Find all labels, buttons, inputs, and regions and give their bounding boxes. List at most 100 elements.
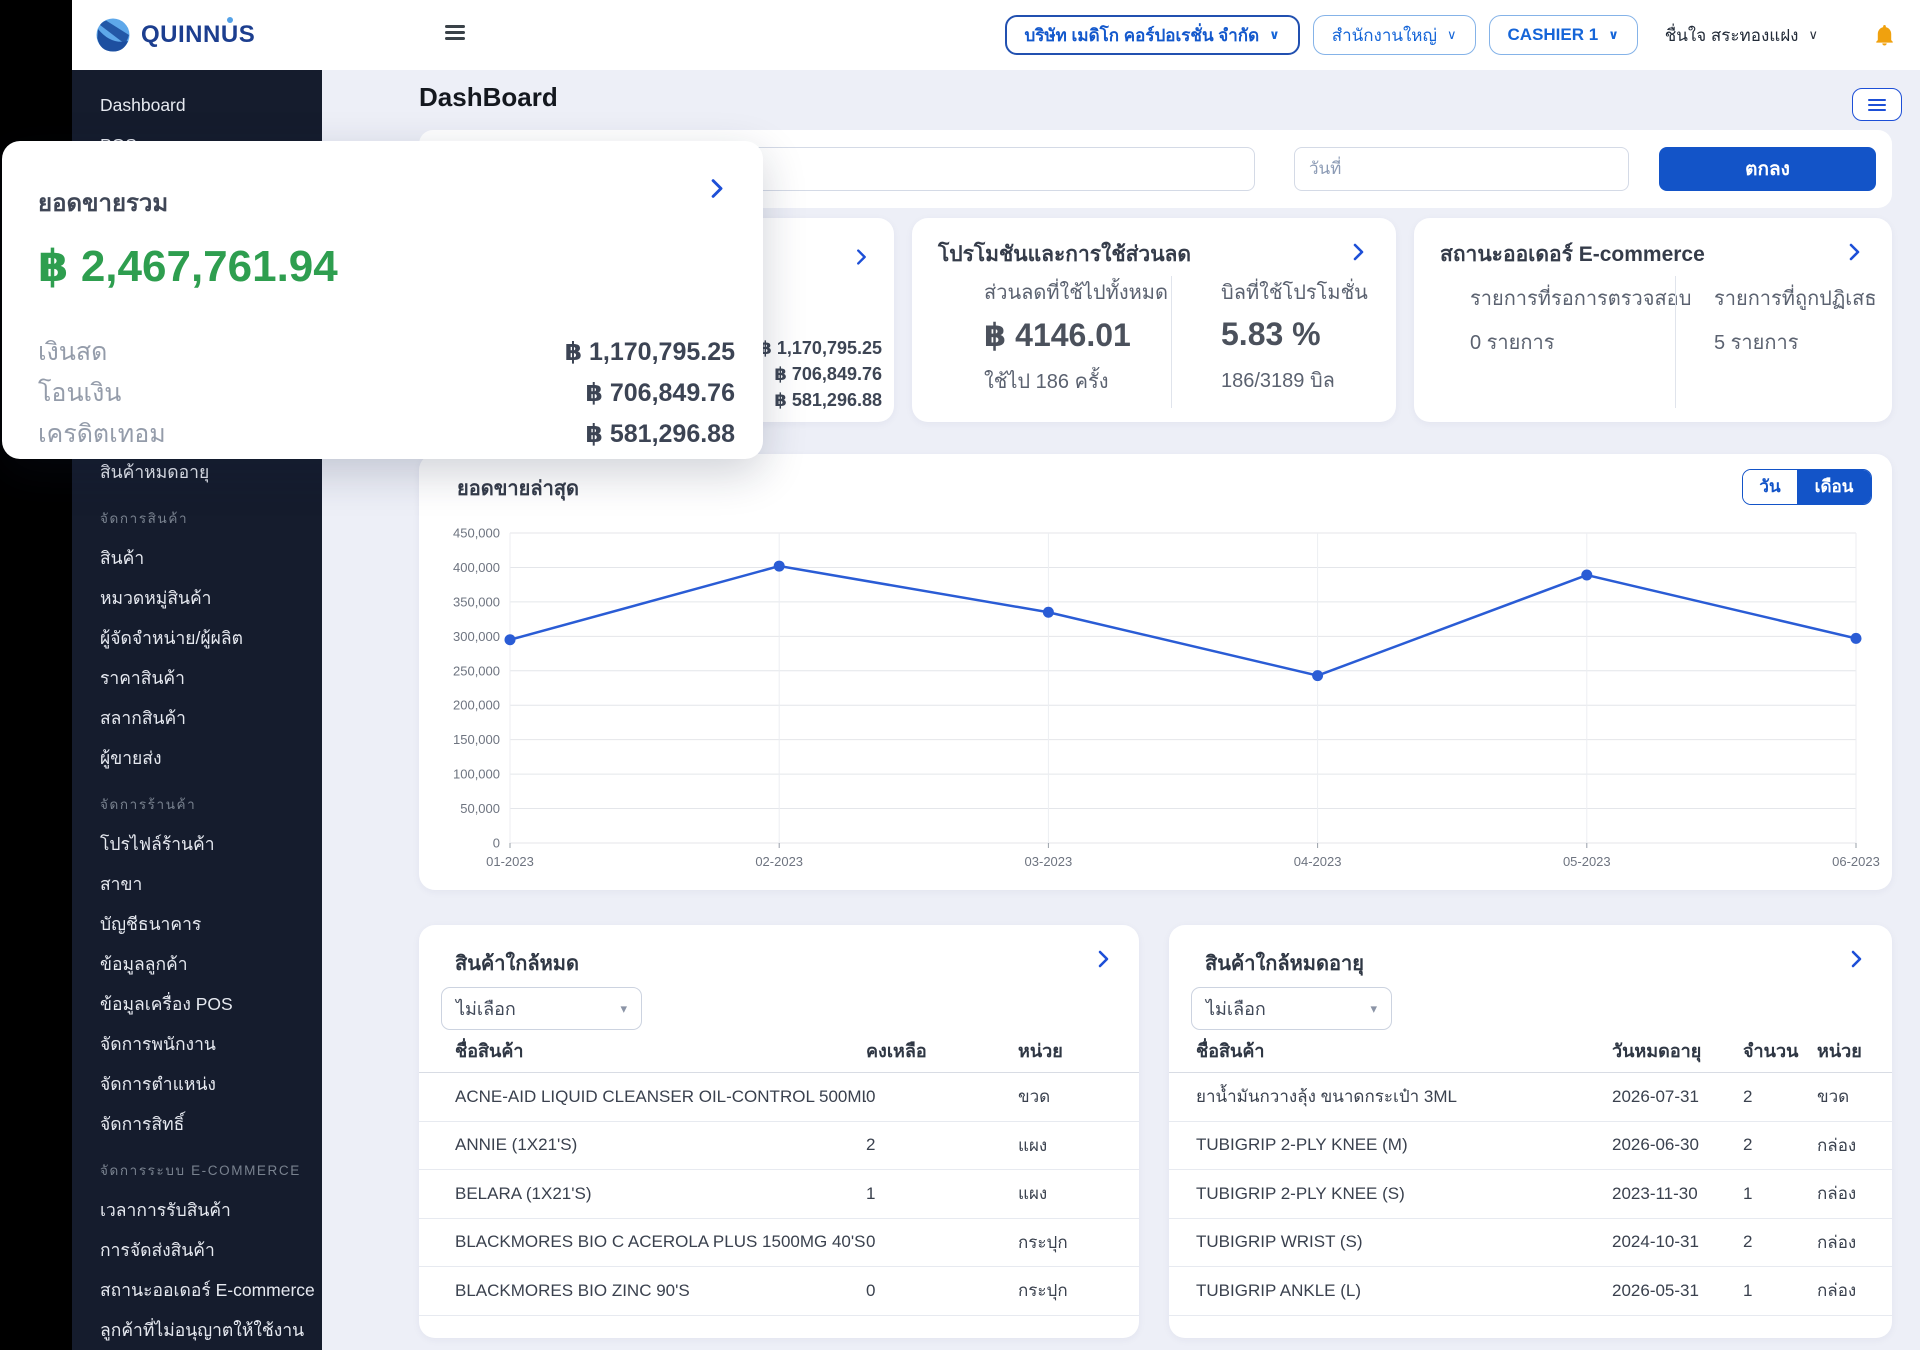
sidebar-item[interactable]: ข้อมูลเครื่อง POS	[72, 984, 322, 1024]
branch-selector[interactable]: สำนักงานใหญ่ ∨	[1313, 15, 1476, 55]
chevron-right-icon[interactable]	[1346, 240, 1370, 264]
sidebar-item[interactable]: ผู้ขายส่ง	[72, 738, 322, 778]
user-menu[interactable]: ชื่นใจ สระทองแฝง ∨	[1665, 22, 1818, 49]
caret-down-icon: ▾	[1370, 1001, 1377, 1017]
metric-label: รายการที่รอการตรวจสอบ	[1470, 282, 1675, 314]
table-cell: 2	[1743, 1232, 1817, 1252]
date-input[interactable]	[1294, 147, 1629, 191]
sidebar-item[interactable]: จัดการสิทธิ์	[72, 1104, 322, 1144]
metric-label: ส่วนลดที่ใช้ไปทั้งหมด	[984, 276, 1171, 308]
table-row: TUBIGRIP 2-PLY KNEE (M)2026-06-302กล่อง	[1169, 1122, 1892, 1171]
sidebar-item[interactable]: ราคาสินค้า	[72, 658, 322, 698]
svg-text:250,000: 250,000	[453, 663, 500, 678]
promotion-card: โปรโมชันและการใช้ส่วนลด ส่วนลดที่ใช้ไปทั…	[912, 218, 1396, 422]
sidebar-item[interactable]: จัดการตำแหน่ง	[72, 1064, 322, 1104]
chevron-right-icon[interactable]	[850, 246, 872, 268]
card-title: ยอดขายล่าสุด	[457, 472, 579, 504]
near-expiry-card: สินค้าใกล้หมดอายุ ไม่เลือก ▾ ชื่อสินค้าว…	[1169, 925, 1892, 1338]
table-row: ACNE-AID LIQUID CLEANSER OIL-CONTROL 500…	[419, 1073, 1139, 1122]
dashboard-layout-button[interactable]	[1852, 88, 1902, 121]
svg-text:06-2023: 06-2023	[1832, 854, 1880, 869]
toggle-month-button[interactable]: เดือน	[1797, 470, 1871, 504]
chevron-right-icon[interactable]	[703, 175, 730, 202]
chevron-right-icon[interactable]	[1091, 947, 1115, 971]
table-cell: 2026-05-31	[1612, 1281, 1743, 1301]
ecommerce-status-card: สถานะออเดอร์ E-commerce รายการที่รอการตร…	[1414, 218, 1892, 422]
metric-label: บิลที่ใช้โปรโมชั่น	[1221, 276, 1396, 308]
chevron-down-icon: ∨	[1608, 27, 1619, 43]
svg-text:03-2023: 03-2023	[1025, 854, 1073, 869]
table-row: TUBIGRIP WRIST (S)2024-10-312กล่อง	[1169, 1219, 1892, 1268]
user-name: ชื่นใจ สระทองแฝง	[1665, 22, 1799, 49]
payment-label: เครดิตเทอม	[38, 414, 166, 454]
metric-value: 5 รายการ	[1714, 326, 1892, 358]
notification-bell-icon[interactable]	[1873, 23, 1896, 47]
discount-metric: ส่วนลดที่ใช้ไปทั้งหมด ฿ 4146.01 ใช้ไป 18…	[912, 276, 1171, 408]
menu-toggle-icon[interactable]	[445, 25, 465, 41]
page-title: DashBoard	[419, 82, 558, 113]
sidebar-item[interactable]: ข้อมูลลูกค้า	[72, 944, 322, 984]
table-cell: กล่อง	[1817, 1277, 1876, 1304]
svg-text:05-2023: 05-2023	[1563, 854, 1611, 869]
sidebar-item[interactable]: สินค้า	[72, 538, 322, 578]
sidebar-item[interactable]: สถานะออเดอร์ E-commerce	[72, 1270, 322, 1310]
near_expiry-body: ยาน้ำมันกวางลุ้ง ขนาดกระเป๋า 3ML2026-07-…	[1169, 1073, 1892, 1316]
sidebar-item[interactable]: ผู้จัดจำหน่าย/ผู้ผลิต	[72, 618, 322, 658]
svg-text:50,000: 50,000	[460, 801, 500, 816]
chevron-down-icon: ∨	[1808, 27, 1818, 43]
table-row: BLACKMORES BIO ZINC 90'S0กระปุก	[419, 1267, 1139, 1316]
overlay-breakdown: เงินสด฿ 1,170,795.25โอนเงิน฿ 706,849.76เ…	[38, 331, 735, 454]
sidebar-item[interactable]: สลากสินค้า	[72, 698, 322, 738]
table-cell: กล่อง	[1817, 1180, 1876, 1207]
rejected-orders-metric: รายการที่ถูกปฏิเสธ 5 รายการ	[1675, 276, 1892, 408]
sales-total-overlay: ยอดขายรวม ฿ 2,467,761.94 เงินสด฿ 1,170,7…	[2, 141, 763, 459]
table-cell: 2	[866, 1135, 1018, 1155]
company-selector[interactable]: บริษัท เมดิโก คอร์ปอเรชั่น จำกัด ∨	[1005, 15, 1300, 55]
sidebar-item[interactable]: ลูกค้าที่ไม่อนุญาตให้ใช้งาน	[72, 1310, 322, 1350]
table-row: TUBIGRIP ANKLE (L)2026-05-311กล่อง	[1169, 1267, 1892, 1316]
sidebar-item[interactable]: การจัดส่งสินค้า	[72, 1230, 322, 1270]
chevron-right-icon[interactable]	[1842, 240, 1866, 264]
sidebar-item[interactable]: โปรไฟล์ร้านค้า	[72, 824, 322, 864]
chevron-down-icon: ∨	[1447, 27, 1457, 43]
column-header: หน่วย	[1018, 1036, 1119, 1065]
sidebar-section-label: จัดการร้านค้า	[72, 784, 322, 824]
chevron-right-icon[interactable]	[1844, 947, 1868, 971]
payment-value: ฿ 1,170,795.25	[565, 337, 735, 367]
topbar-controls: บริษัท เมดิโก คอร์ปอเรชั่น จำกัด ∨ สำนัก…	[1005, 15, 1897, 55]
near-expiry-table: ชื่อสินค้าวันหมดอายุจำนวนหน่วย ยาน้ำมันก…	[1169, 1028, 1892, 1316]
low_stock-body: ACNE-AID LIQUID CLEANSER OIL-CONTROL 500…	[419, 1073, 1139, 1316]
column-header: ชื่อสินค้า	[1196, 1036, 1612, 1065]
sidebar-item[interactable]: หมวดหมู่สินค้า	[72, 578, 322, 618]
low-stock-filter-select[interactable]: ไม่เลือก ▾	[441, 987, 642, 1030]
sidebar-item[interactable]: สาขา	[72, 864, 322, 904]
cashier-selector[interactable]: CASHIER 1 ∨	[1489, 15, 1638, 55]
card-title: สินค้าใกล้หมดอายุ	[1205, 947, 1364, 979]
payment-value: ฿ 1,170,795.25	[759, 335, 882, 361]
table-cell: TUBIGRIP 2-PLY KNEE (S)	[1196, 1184, 1612, 1204]
submit-button[interactable]: ตกลง	[1659, 147, 1876, 191]
table-cell: 0	[866, 1232, 1018, 1252]
payment-value: ฿ 581,296.88	[586, 419, 735, 449]
svg-text:0: 0	[493, 836, 500, 851]
table-row: TUBIGRIP 2-PLY KNEE (S)2023-11-301กล่อง	[1169, 1170, 1892, 1219]
svg-text:02-2023: 02-2023	[755, 854, 803, 869]
hamburger-icon	[1868, 99, 1886, 101]
toggle-day-button[interactable]: วัน	[1743, 470, 1797, 504]
metric-value: ฿ 4146.01	[984, 316, 1171, 354]
table-cell: กล่อง	[1817, 1132, 1876, 1159]
table-cell: 2026-06-30	[1612, 1135, 1743, 1155]
table-cell: 2024-10-31	[1612, 1232, 1743, 1252]
column-header: คงเหลือ	[866, 1036, 1018, 1065]
table-cell: BLACKMORES BIO C ACEROLA PLUS 1500MG 40'…	[455, 1232, 866, 1252]
table-cell: 1	[1743, 1184, 1817, 1204]
sidebar-item[interactable]: จัดการพนักงาน	[72, 1024, 322, 1064]
sidebar-item[interactable]: เวลาการรับสินค้า	[72, 1190, 322, 1230]
sales-chart-card: ยอดขายล่าสุด วัน เดือน 050,000100,000150…	[419, 454, 1892, 890]
sidebar-item[interactable]: บัญชีธนาคาร	[72, 904, 322, 944]
table-row: BELARA (1X21'S)1แผง	[419, 1170, 1139, 1219]
brand-logo: QUINNUS	[94, 16, 255, 54]
svg-text:350,000: 350,000	[453, 594, 500, 609]
sidebar-item[interactable]: Dashboard	[72, 85, 322, 125]
near-expiry-filter-select[interactable]: ไม่เลือก ▾	[1191, 987, 1392, 1030]
